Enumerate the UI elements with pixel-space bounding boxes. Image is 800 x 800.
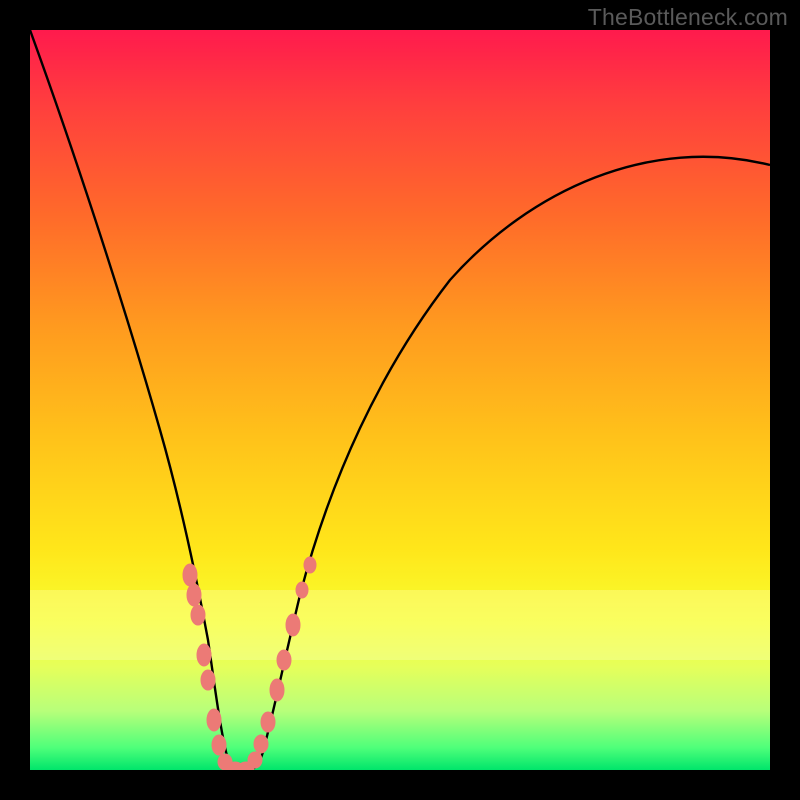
curve-marker [270,679,284,701]
curve-marker [187,584,201,606]
curve-marker [286,614,300,636]
curve-marker [183,564,197,586]
curve-marker [207,709,221,731]
curve-marker [296,582,308,598]
watermark-text: TheBottleneck.com [588,4,788,31]
marker-group [183,557,316,770]
curve-marker [277,650,291,670]
chart-frame: TheBottleneck.com [0,0,800,800]
curve-marker [254,735,268,753]
plot-area [30,30,770,770]
chart-svg [30,30,770,770]
curve-marker [197,644,211,666]
curve-marker [212,735,226,755]
curve-marker [248,752,262,768]
curve-marker [201,670,215,690]
highlight-band [30,590,770,660]
curve-marker [191,605,205,625]
curve-marker [304,557,316,573]
curve-marker [261,712,275,732]
